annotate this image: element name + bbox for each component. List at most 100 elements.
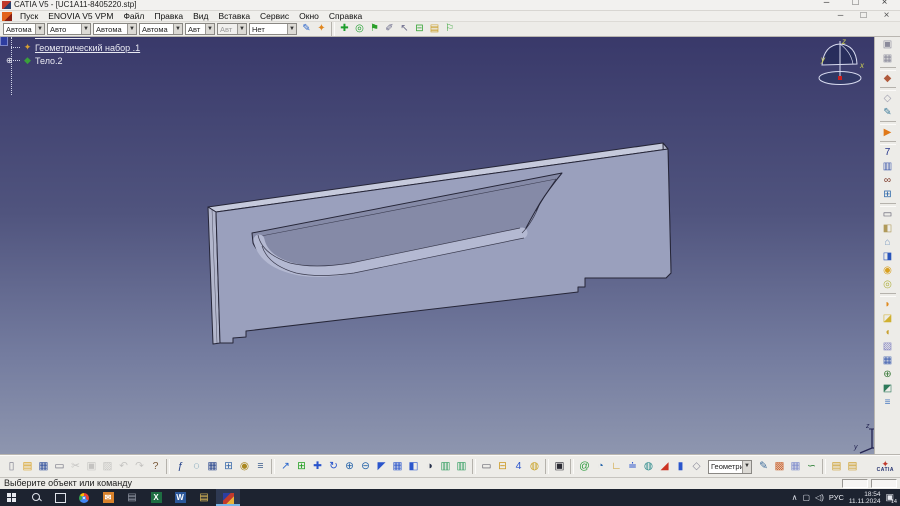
- multi-view-icon[interactable]: ▦: [390, 459, 405, 474]
- shell-icon[interactable]: ▧: [880, 340, 896, 354]
- properties-wizard-icon[interactable]: ✦: [314, 22, 329, 36]
- histogram-icon[interactable]: ▮: [673, 459, 688, 474]
- context-help-icon[interactable]: ?: [148, 459, 163, 474]
- word-icon[interactable]: W: [168, 489, 192, 506]
- menu-insert[interactable]: Вставка: [213, 11, 255, 21]
- save-icon[interactable]: ▦: [36, 459, 51, 474]
- select-tool-icon[interactable]: ▶: [880, 126, 896, 140]
- compass-anchor-dot[interactable]: [838, 76, 842, 80]
- fly-mode-icon[interactable]: ↗: [278, 459, 293, 474]
- menu-tools[interactable]: Сервис: [255, 11, 294, 21]
- list-icon[interactable]: ≡: [253, 459, 268, 474]
- fillet-icon[interactable]: ◗: [880, 298, 896, 312]
- notification-center-icon[interactable]: ▣14: [885, 492, 894, 503]
- graphic-properties-painter-icon[interactable]: ✎: [299, 22, 314, 36]
- structure-tree-icon[interactable]: ⊞: [221, 459, 236, 474]
- product-structure-icon[interactable]: ◆: [880, 72, 896, 86]
- catia-taskbar-icon[interactable]: [216, 489, 240, 506]
- graphic-properties-combo-3[interactable]: Автома▼: [93, 23, 137, 35]
- publications-icon[interactable]: ⊞: [880, 188, 896, 202]
- outlook-icon[interactable]: ✉: [96, 489, 120, 506]
- drafted-pad-icon[interactable]: ◧: [880, 222, 896, 236]
- fit-all-in-icon[interactable]: ⊞: [294, 459, 309, 474]
- tree-item-plane-zx[interactable]: ✦ Плоскость zx: [0, 37, 140, 40]
- start-menu-icon[interactable]: [2, 12, 12, 21]
- measure-item-icon[interactable]: ∟: [609, 459, 624, 474]
- surface-feature-icon[interactable]: ◩: [880, 382, 896, 396]
- status-field-2[interactable]: [871, 479, 897, 488]
- annotations-icon[interactable]: 4: [511, 459, 526, 474]
- print-area-icon[interactable]: ▭: [479, 459, 494, 474]
- graphic-properties-combo-5[interactable]: Авт▼: [185, 23, 215, 35]
- no-show-flag-icon[interactable]: ⚐: [442, 22, 457, 36]
- pocket-icon[interactable]: ⌂: [880, 236, 896, 250]
- catalog-open-icon[interactable]: ▤: [845, 459, 860, 474]
- material-grid-icon[interactable]: ▦: [788, 459, 803, 474]
- ruler-icon[interactable]: ⊟: [412, 22, 427, 36]
- search-button[interactable]: [24, 489, 48, 506]
- chevron-down-icon[interactable]: ▼: [742, 461, 751, 473]
- view-manager-icon[interactable]: 7: [880, 146, 896, 160]
- sketcher-icon[interactable]: ✎: [880, 106, 896, 120]
- zoom-out-icon[interactable]: ⊖: [358, 459, 373, 474]
- chevron-down-icon[interactable]: ▼: [127, 24, 136, 34]
- normal-view-icon[interactable]: ◤: [374, 459, 389, 474]
- start-button[interactable]: [0, 489, 24, 506]
- axis-system-icon[interactable]: ◎: [352, 22, 367, 36]
- 3d-viewport[interactable]: z x y z x y ✦ Плоскость zx ✦ Геометричес…: [0, 37, 874, 455]
- design-table-icon[interactable]: ▦: [205, 459, 220, 474]
- measure-between-icon[interactable]: ≐: [625, 459, 640, 474]
- render-style-icon[interactable]: ◑: [422, 459, 437, 474]
- inertia-icon[interactable]: ◢: [657, 459, 672, 474]
- menu-view[interactable]: Вид: [188, 11, 213, 21]
- excel-icon[interactable]: X: [144, 489, 168, 506]
- working-support-combo[interactable]: Геометрический набор .1 ▼: [708, 460, 752, 474]
- swap-visible-space-icon[interactable]: ▥: [454, 459, 469, 474]
- chrome-icon[interactable]: [72, 489, 96, 506]
- new-document-icon[interactable]: ▯: [4, 459, 19, 474]
- file-explorer-icon[interactable]: ▤: [192, 489, 216, 506]
- shaft-icon[interactable]: ◨: [880, 250, 896, 264]
- pick-pen-icon[interactable]: ✐: [382, 22, 397, 36]
- task-view-button[interactable]: [48, 489, 72, 506]
- tree-item-geometrical-set[interactable]: ✦ Геометрический набор .1: [0, 41, 140, 54]
- chevron-down-icon[interactable]: ▼: [35, 24, 44, 34]
- padlock-icon[interactable]: ◍: [527, 459, 542, 474]
- zoom-in-icon[interactable]: ⊕: [342, 459, 357, 474]
- mdi-restore-button[interactable]: □: [856, 9, 871, 23]
- cylinder-analysis-icon[interactable]: ◍: [641, 459, 656, 474]
- rotate-icon[interactable]: ↻: [326, 459, 341, 474]
- render-style-combo[interactable]: Нет▼: [249, 23, 297, 35]
- thread-icon[interactable]: ⊕: [880, 368, 896, 382]
- print-icon[interactable]: ▭: [52, 459, 67, 474]
- network-icon[interactable]: ▢: [802, 493, 810, 502]
- hidden-icons-chevron[interactable]: ∧: [792, 493, 798, 502]
- print-manager-icon[interactable]: ▤: [120, 489, 144, 506]
- taskbar-clock[interactable]: 18:54 11.11.2024: [849, 491, 881, 505]
- thickness-icon[interactable]: ▦: [880, 354, 896, 368]
- lock-icon[interactable]: ◉: [237, 459, 252, 474]
- comment-bubble-icon[interactable]: ◌: [189, 459, 204, 474]
- groove-icon[interactable]: ◉: [880, 264, 896, 278]
- new-window-icon[interactable]: ▥: [880, 160, 896, 174]
- catalog-browser-icon[interactable]: ▤: [829, 459, 844, 474]
- graphic-properties-combo-4[interactable]: Автома▼: [139, 23, 183, 35]
- chevron-down-icon[interactable]: ▼: [205, 24, 214, 34]
- menu-file[interactable]: Файл: [118, 11, 149, 21]
- update-icon[interactable]: ✚: [337, 22, 352, 36]
- chamfer-icon[interactable]: ◪: [880, 312, 896, 326]
- draft-angle-icon[interactable]: ◖: [880, 326, 896, 340]
- status-field-1[interactable]: [842, 479, 868, 488]
- mail-at-icon[interactable]: @: [577, 459, 592, 474]
- mdi-close-button[interactable]: ×: [879, 9, 894, 23]
- pan-icon[interactable]: ✚: [310, 459, 325, 474]
- mdi-minimize-button[interactable]: –: [833, 9, 848, 23]
- selection-arrow-icon[interactable]: ↖: [397, 22, 412, 36]
- binoculars-icon[interactable]: ∞: [880, 174, 896, 188]
- catalog-book-icon[interactable]: ▤: [427, 22, 442, 36]
- chevron-down-icon[interactable]: ▼: [287, 24, 296, 34]
- formula-icon[interactable]: ƒ: [173, 459, 188, 474]
- mean-dimensions-flag-icon[interactable]: ⚑: [367, 22, 382, 36]
- volume-icon[interactable]: ◁): [815, 493, 824, 502]
- chevron-down-icon[interactable]: ▼: [81, 24, 90, 34]
